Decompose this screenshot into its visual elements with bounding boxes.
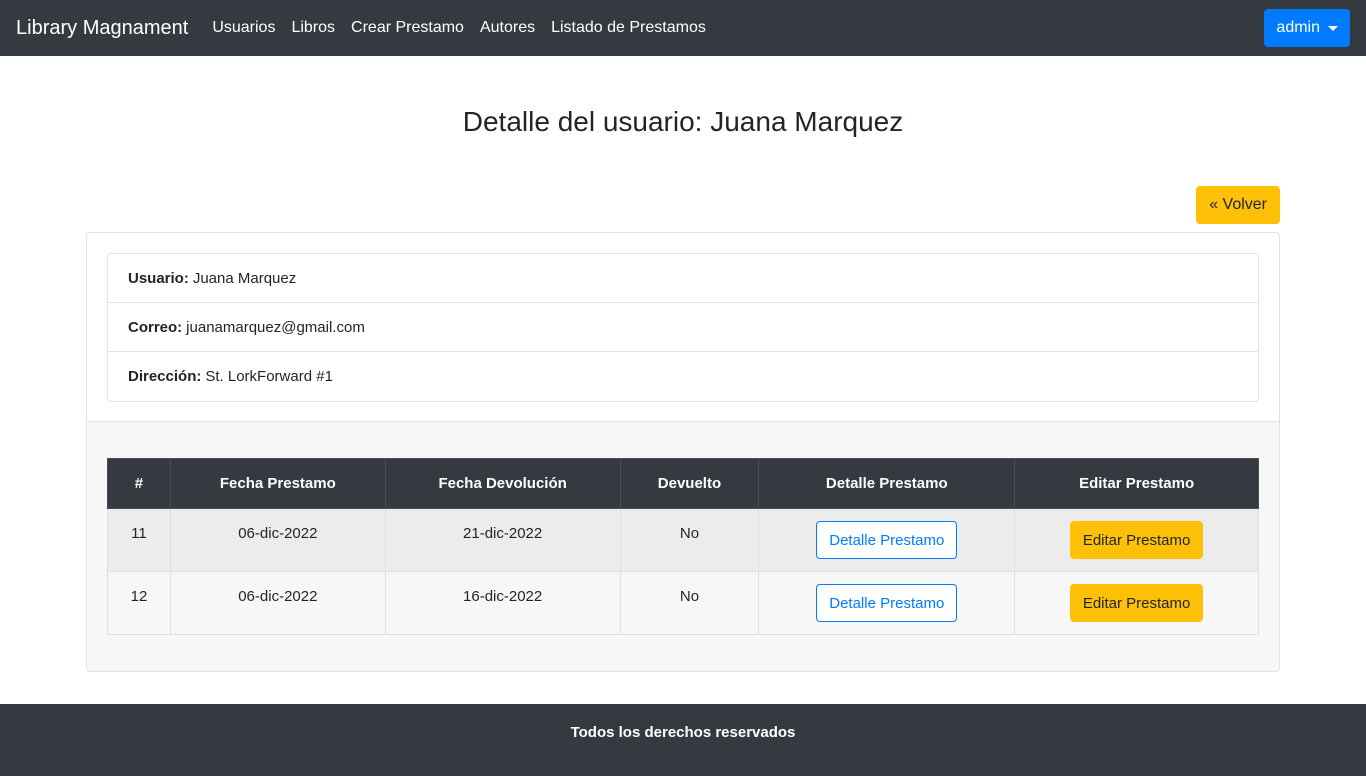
correo-label: Correo:	[128, 318, 183, 336]
detalle-prestamo-button[interactable]: Detalle Prestamo	[816, 521, 958, 559]
cell-devuelto: No	[619, 571, 760, 635]
header-editar-prestamo: Editar Prestamo	[1014, 458, 1259, 509]
cell-detalle: Detalle Prestamo	[758, 571, 1016, 635]
user-info-list: Usuario: Juana Marquez Correo: juanamarq…	[107, 253, 1259, 402]
cell-editar: Editar Prestamo	[1014, 508, 1259, 572]
header-fecha-devolucion: Fecha Devolución	[384, 458, 621, 509]
direccion-value: St. LorkForward #1	[205, 368, 333, 385]
loans-table: # Fecha Prestamo Fecha Devolución Devuel…	[107, 458, 1259, 635]
user-menu-label: admin	[1276, 19, 1320, 36]
editar-prestamo-button[interactable]: Editar Prestamo	[1069, 521, 1204, 559]
header-devuelto: Devuelto	[619, 458, 760, 509]
usuario-value: Juana Marquez	[192, 269, 297, 287]
list-item-direccion: Dirección: St. LorkForward #1	[108, 352, 1258, 401]
usuario-label: Usuario:	[128, 269, 189, 287]
cell-id: 12	[107, 571, 171, 635]
header-id: #	[107, 458, 171, 509]
direccion-label: Dirección:	[128, 368, 202, 385]
cell-detalle: Detalle Prestamo	[758, 508, 1016, 572]
cell-fecha-prestamo: 06-dic-2022	[169, 508, 386, 572]
cell-editar: Editar Prestamo	[1014, 571, 1259, 635]
back-button[interactable]: « Volver	[1196, 186, 1280, 224]
user-info-section: Usuario: Juana Marquez Correo: juanamarq…	[87, 233, 1279, 422]
nav-links: Usuarios Libros Crear Prestamo Autores L…	[204, 19, 714, 37]
correo-value: juanamarquez@gmail.com	[186, 318, 365, 336]
list-item-usuario: Usuario: Juana Marquez	[108, 254, 1258, 303]
page-title: Detalle del usuario: Juana Marquez	[462, 106, 904, 137]
table-row: 11 06-dic-2022 21-dic-2022 No Detalle Pr…	[107, 508, 1259, 572]
user-detail-card: Usuario: Juana Marquez Correo: juanamarq…	[86, 232, 1280, 672]
page-footer: Todos los derechos reservados	[0, 704, 1366, 776]
cell-devuelto: No	[619, 508, 760, 572]
header-fecha-prestamo: Fecha Prestamo	[169, 458, 386, 509]
nav-link-autores[interactable]: Autores	[472, 19, 543, 37]
user-menu-button[interactable]: admin	[1264, 9, 1350, 47]
nav-link-usuarios[interactable]: Usuarios	[204, 19, 283, 37]
footer-text: Todos los derechos reservados	[570, 724, 796, 741]
nav-link-listado-prestamos[interactable]: Listado de Prestamos	[543, 19, 714, 37]
nav-link-crear-prestamo[interactable]: Crear Prestamo	[343, 19, 472, 37]
header-detalle-prestamo: Detalle Prestamo	[758, 458, 1016, 509]
cell-id: 11	[107, 508, 171, 572]
cell-fecha-devolucion: 16-dic-2022	[384, 571, 621, 635]
loans-section: # Fecha Prestamo Fecha Devolución Devuel…	[87, 422, 1279, 671]
navbar: Library Magnament Usuarios Libros Crear …	[0, 0, 1366, 56]
editar-prestamo-button[interactable]: Editar Prestamo	[1069, 584, 1204, 622]
nav-link-libros[interactable]: Libros	[283, 19, 343, 37]
table-row: 12 06-dic-2022 16-dic-2022 No Detalle Pr…	[107, 571, 1259, 635]
detalle-prestamo-button[interactable]: Detalle Prestamo	[816, 584, 958, 622]
brand-link[interactable]: Library Magnament	[16, 17, 188, 40]
table-header-row: # Fecha Prestamo Fecha Devolución Devuel…	[107, 458, 1259, 509]
cell-fecha-devolucion: 21-dic-2022	[384, 508, 621, 572]
cell-fecha-prestamo: 06-dic-2022	[169, 571, 386, 635]
chevron-down-icon	[1328, 25, 1338, 31]
list-item-correo: Correo: juanamarquez@gmail.com	[108, 303, 1258, 352]
